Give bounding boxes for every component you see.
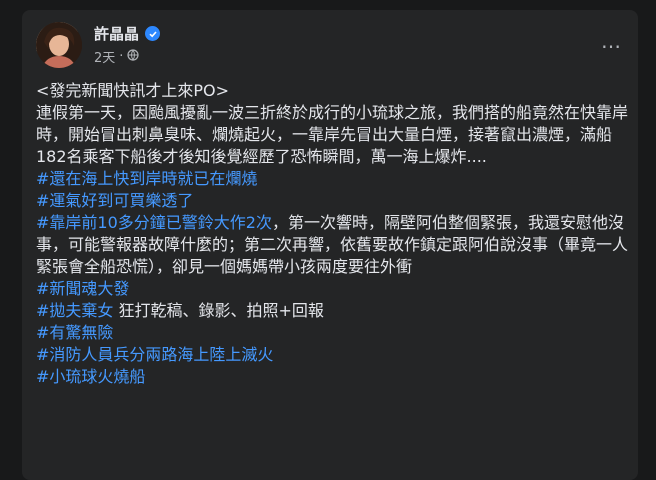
post-text: 狂打乾稿、錄影、拍照+回報 bbox=[113, 301, 324, 320]
hashtag-link[interactable]: #還在海上快到岸時就已在爛燒 bbox=[36, 169, 257, 188]
more-options-button[interactable]: … bbox=[601, 31, 622, 51]
hashtag-link[interactable]: #拋夫棄女 bbox=[36, 301, 113, 320]
post-timestamp[interactable]: 2天 bbox=[94, 47, 115, 66]
avatar[interactable] bbox=[36, 22, 82, 68]
post-paragraph: 連假第一天，因颱風擾亂一波三折終於成行的小琉球之旅，我們搭的船竟然在快靠岸時，開… bbox=[36, 103, 629, 166]
hashtag-link[interactable]: #消防人員兵分兩路海上陸上滅火 bbox=[36, 345, 273, 364]
hashtag-link[interactable]: #有驚無險 bbox=[36, 323, 113, 342]
globe-icon[interactable] bbox=[127, 48, 140, 65]
post-meta: 2天 · bbox=[94, 47, 140, 66]
post-card: 許晶晶 2天 · … <發完新聞快訊才上來PO> 連假第一天，因颱風擾亂一波三折… bbox=[22, 10, 638, 480]
verified-badge-icon bbox=[145, 26, 161, 41]
hashtag-link[interactable]: #運氣好到可買樂透了 bbox=[36, 191, 193, 210]
hashtag-link[interactable]: #靠岸前10多分鐘已警鈴大作2次 bbox=[36, 213, 272, 232]
hashtag-link[interactable]: #新聞魂大發 bbox=[36, 279, 129, 298]
author-name[interactable]: 許晶晶 bbox=[94, 23, 139, 44]
hashtag-link[interactable]: #小琉球火燒船 bbox=[36, 367, 145, 386]
author-row: 許晶晶 bbox=[94, 23, 161, 44]
post-body: <發完新聞快訊才上來PO> 連假第一天，因颱風擾亂一波三折終於成行的小琉球之旅，… bbox=[36, 80, 632, 388]
post-line: <發完新聞快訊才上來PO> bbox=[36, 81, 230, 100]
